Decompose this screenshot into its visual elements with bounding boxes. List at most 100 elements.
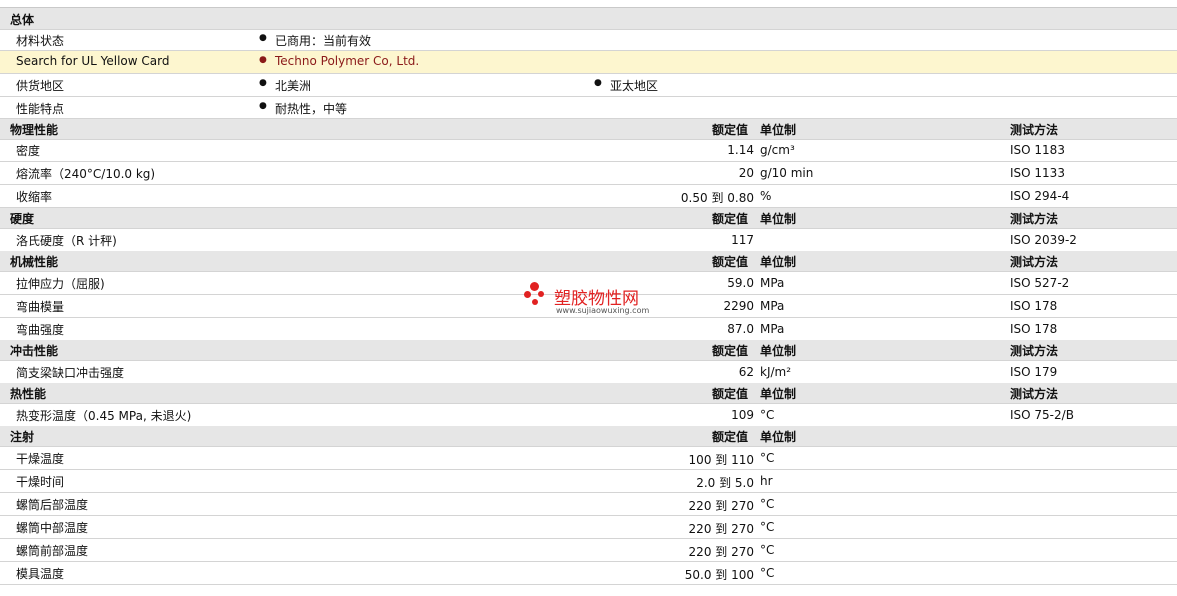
property-row: 干燥时间 2.0 到 5.0 hr (0, 470, 1177, 493)
row-label: 材料状态 (16, 34, 65, 48)
ul-yellow-card-link[interactable]: Search for UL Yellow Card (16, 54, 169, 68)
section-title: 热性能 (10, 387, 47, 401)
col-unit: 单位制 (760, 212, 797, 226)
property-row: 收缩率 0.50 到 0.80% ISO 294-4 (0, 185, 1177, 208)
section-header: 物理性能 额定值 单位制 测试方法 (0, 119, 1177, 140)
property-method: ISO 178 (1010, 299, 1058, 313)
datasheet: 总体 材料状态 已商用：当前有效 Search for UL Yellow Ca… (0, 0, 1177, 596)
property-label: 螺筒前部温度 (16, 544, 89, 558)
property-row: 螺筒后部温度 220 到 270 °C (0, 493, 1177, 516)
property-unit: MPa (760, 322, 785, 336)
property-label: 简支梁缺口冲击强度 (16, 366, 125, 380)
col-nominal: 额定值 (712, 344, 749, 358)
row-value: 已商用：当前有效 (259, 32, 371, 49)
property-label: 螺筒中部温度 (16, 521, 89, 535)
section-title: 冲击性能 (10, 344, 59, 358)
property-value: 62 (738, 365, 754, 379)
top-border (0, 0, 1177, 8)
property-value: 20 (738, 166, 754, 180)
property-method: ISO 179 (1010, 365, 1058, 379)
property-row: 密度 1.14 g/cm³ ISO 1183 (0, 139, 1177, 162)
property-method: ISO 178 (1010, 322, 1058, 336)
property-value: 0.50 到 0.80 (680, 191, 754, 205)
col-unit: 单位制 (760, 430, 797, 444)
col-unit: 单位制 (760, 123, 797, 137)
col-nominal: 额定值 (712, 387, 749, 401)
property-method: ISO 2039-2 (1010, 233, 1077, 247)
property-unit: hr (760, 474, 773, 488)
watermark-url: www.sujiaowuxing.com (556, 306, 650, 315)
property-unit: °C (760, 497, 775, 511)
row-value: 耐热性，中等 (259, 100, 347, 117)
section-title: 注射 (10, 430, 35, 444)
property-label: 密度 (16, 144, 41, 158)
property-unit: % (760, 189, 772, 203)
property-row: 干燥温度 100 到 110 °C (0, 447, 1177, 470)
row-value-2: 亚太地区 (594, 77, 658, 94)
property-unit: g/10 min (760, 166, 814, 180)
property-method: ISO 294-4 (1010, 189, 1070, 203)
property-value: 220 到 270 (688, 545, 754, 559)
col-method: 测试方法 (1010, 344, 1059, 358)
property-value: 220 到 270 (688, 499, 754, 513)
property-unit: °C (760, 520, 775, 534)
section-header-overview: 总体 (0, 8, 1177, 30)
property-label: 熔流率（240°C/10.0 kg) (16, 167, 156, 181)
property-value: 109 (731, 408, 754, 422)
overview-row: 性能特点 耐热性，中等 (0, 97, 1177, 119)
property-value: 100 到 110 (688, 453, 754, 467)
row-label: 供货地区 (16, 79, 65, 93)
property-method: ISO 75-2/B (1010, 408, 1074, 422)
col-method: 测试方法 (1010, 255, 1059, 269)
property-unit: °C (760, 566, 775, 580)
property-unit: kJ/m² (760, 365, 792, 379)
property-method: ISO 527-2 (1010, 276, 1070, 290)
section-header: 冲击性能 额定值 单位制 测试方法 (0, 340, 1177, 361)
property-row: 洛氏硬度（R 计秤) 117 ISO 2039-2 (0, 229, 1177, 252)
property-value: 220 到 270 (688, 522, 754, 536)
section-header: 机械性能 额定值 单位制 测试方法 (0, 251, 1177, 272)
property-row: 熔流率（240°C/10.0 kg) 20 g/10 min ISO 1133 (0, 162, 1177, 185)
property-unit: MPa (760, 276, 785, 290)
property-label: 拉伸应力（屈服) (16, 277, 105, 291)
section-header: 注射 额定值 单位制 (0, 426, 1177, 447)
property-label: 模具温度 (16, 567, 65, 581)
property-value: 2290 (723, 299, 754, 313)
property-value: 2.0 到 5.0 (696, 476, 754, 490)
col-nominal: 额定值 (712, 212, 749, 226)
col-unit: 单位制 (760, 387, 797, 401)
property-label: 弯曲模量 (16, 300, 65, 314)
property-label: 收缩率 (16, 190, 53, 204)
property-unit: °C (760, 451, 775, 465)
property-value: 87.0 (727, 322, 754, 336)
property-unit: °C (760, 543, 775, 557)
property-unit: MPa (760, 299, 785, 313)
property-row: 螺筒前部温度 220 到 270 °C (0, 539, 1177, 562)
property-label: 洛氏硬度（R 计秤) (16, 234, 117, 248)
property-label: 热变形温度（0.45 MPa, 未退火) (16, 409, 192, 423)
col-unit: 单位制 (760, 255, 797, 269)
supplier-link[interactable]: Techno Polymer Co, Ltd. (259, 54, 419, 68)
property-row: 模具温度 50.0 到 100 °C (0, 562, 1177, 585)
col-method: 测试方法 (1010, 212, 1059, 226)
property-unit: g/cm³ (760, 143, 795, 157)
property-label: 弯曲强度 (16, 323, 65, 337)
property-value: 1.14 (727, 143, 754, 157)
col-nominal: 额定值 (712, 255, 749, 269)
property-unit: °C (760, 408, 775, 422)
section-title: 物理性能 (10, 123, 59, 137)
col-method: 测试方法 (1010, 123, 1059, 137)
overview-row: 材料状态 已商用：当前有效 (0, 30, 1177, 51)
property-value: 50.0 到 100 (684, 568, 754, 582)
col-unit: 单位制 (760, 344, 797, 358)
property-label: 干燥温度 (16, 452, 65, 466)
property-value: 59.0 (727, 276, 754, 290)
col-nominal: 额定值 (712, 123, 749, 137)
section-title: 机械性能 (10, 255, 59, 269)
property-method: ISO 1183 (1010, 143, 1065, 157)
property-value: 117 (731, 233, 754, 247)
property-row: 弯曲强度 87.0 MPa ISO 178 (0, 318, 1177, 341)
section-title: 硬度 (10, 212, 35, 226)
property-label: 螺筒后部温度 (16, 498, 89, 512)
section-header: 热性能 额定值 单位制 测试方法 (0, 383, 1177, 404)
